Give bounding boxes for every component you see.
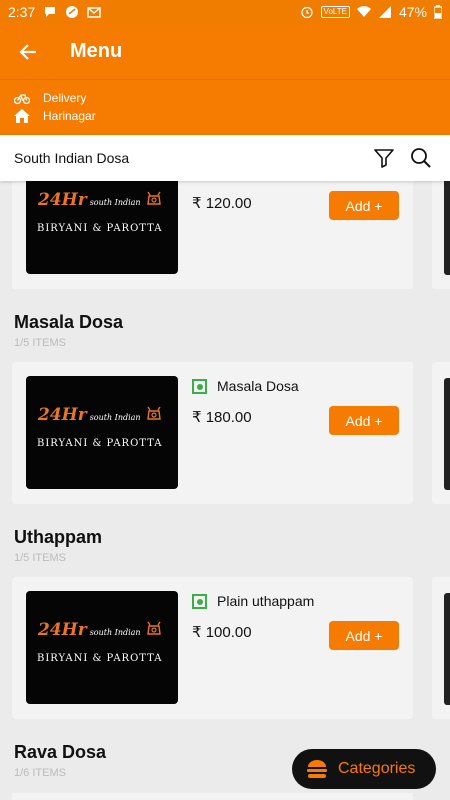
status-time: 2:37 (8, 4, 36, 20)
next-item-card-peek[interactable] (432, 181, 450, 289)
handi-icon (147, 621, 161, 635)
current-category-label: South Indian Dosa (14, 150, 130, 166)
back-arrow-icon (19, 43, 36, 60)
alarm-icon (300, 6, 313, 19)
search-button[interactable] (406, 143, 436, 173)
item-name: Masala Dosa (217, 378, 299, 394)
filter-icon (374, 149, 394, 168)
item-price: ₹ 120.00 (192, 195, 252, 212)
home-icon (14, 109, 30, 123)
status-bar: 2:37 VoLTE 47% (0, 0, 450, 24)
delivery-location-bar[interactable]: Delivery Harinagar (0, 80, 450, 135)
handi-icon (147, 406, 161, 420)
add-to-cart-button[interactable]: Add + (329, 621, 399, 650)
restaurant-logo-image: 24Hr south Indian BIRYANI & PAROTTA (26, 181, 178, 274)
item-name: Plain uthappam (217, 593, 315, 609)
signal-icon (378, 6, 391, 18)
bicycle-icon (14, 94, 30, 105)
next-item-card-peek[interactable] (432, 577, 450, 719)
restaurant-logo-image: 24Hr south Indian BIRYANI & PAROTTA (26, 376, 178, 489)
back-button[interactable] (0, 24, 56, 80)
handi-icon (147, 191, 161, 205)
delivery-area-label: Harinagar (43, 109, 96, 123)
next-item-card-peek (12, 793, 413, 800)
categories-label: Categories (338, 760, 416, 777)
page-title: Menu (70, 40, 123, 62)
category-title: Uthappam (14, 527, 103, 547)
category-item-count: 1/5 ITEMS (14, 337, 66, 349)
item-price: ₹ 180.00 (192, 409, 252, 426)
app-bar: Menu (0, 24, 450, 80)
add-to-cart-button[interactable]: Add + (329, 406, 399, 435)
add-to-cart-button[interactable]: Add + (329, 191, 399, 220)
category-search-bar: South Indian Dosa (0, 135, 450, 181)
delivery-mode-label: Delivery (43, 91, 87, 105)
menu-list[interactable]: 24Hr south Indian BIRYANI & PAROTTA ₹ 120… (0, 181, 450, 800)
filter-button[interactable] (369, 143, 399, 173)
veg-indicator-icon (192, 594, 207, 609)
burger-icon (307, 760, 327, 778)
volte-badge: VoLTE (320, 6, 350, 18)
restaurant-logo-image: 24Hr south Indian BIRYANI & PAROTTA (26, 591, 178, 704)
veg-indicator-icon (192, 379, 207, 394)
gmail-icon (87, 7, 101, 18)
categories-button[interactable]: Categories (292, 749, 436, 789)
category-item-count: 1/5 ITEMS (14, 552, 66, 564)
item-price: ₹ 100.00 (192, 624, 252, 641)
swiggy-icon (66, 6, 79, 18)
menu-item-card: 24Hr south Indian BIRYANI & PAROTTA Masal… (12, 362, 413, 504)
category-title: Masala Dosa (14, 312, 124, 332)
category-section-uthappam: Uthappam 1/5 ITEMS (0, 527, 450, 564)
category-section-masala-dosa: Masala Dosa 1/5 ITEMS (0, 312, 450, 349)
battery-percent: 47% (398, 4, 427, 20)
wifi-icon (356, 6, 371, 17)
search-icon (411, 148, 431, 168)
menu-item-card: 24Hr south Indian BIRYANI & PAROTTA Plain… (12, 577, 413, 719)
next-item-card-peek[interactable] (432, 362, 450, 504)
battery-icon (434, 5, 442, 19)
menu-item-card: 24Hr south Indian BIRYANI & PAROTTA ₹ 120… (12, 181, 413, 289)
message-icon (45, 7, 56, 17)
